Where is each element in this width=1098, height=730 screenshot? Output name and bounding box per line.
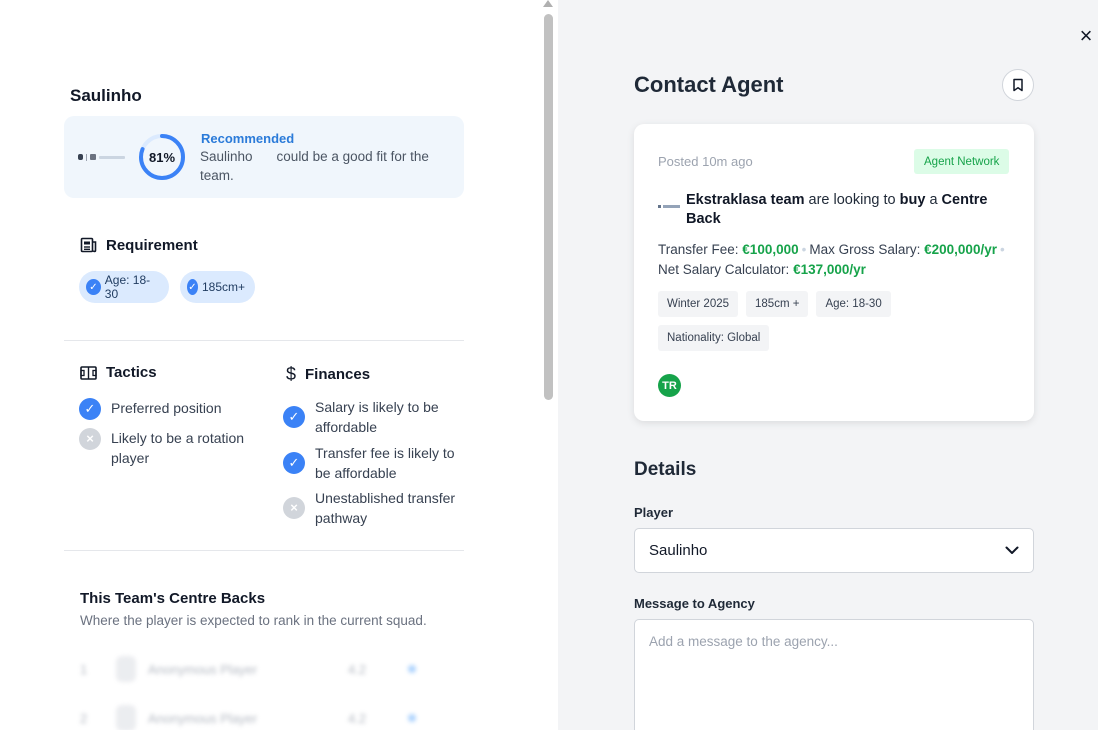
chip-label: Age: 18-30 bbox=[104, 273, 151, 301]
requirement-chip-age: ✓ Age: 18-30 bbox=[79, 271, 169, 303]
max-salary-label: Max Gross Salary: bbox=[809, 242, 921, 257]
tactics-item-label: Preferred position bbox=[111, 400, 222, 416]
newspaper-icon bbox=[80, 237, 97, 253]
player-name: Saulinho bbox=[70, 86, 142, 105]
tag-height: 185cm + bbox=[746, 291, 809, 317]
scroll-up-arrow-icon[interactable] bbox=[543, 0, 553, 7]
recommendation-panel: Saulinho 81% Recommended Saulinho could b… bbox=[0, 0, 540, 730]
headline-looking: are looking to bbox=[808, 192, 896, 208]
finances-item: ✓ Salary is likely to be affordable bbox=[283, 397, 463, 437]
requirement-chip-height: ✓ 185cm+ bbox=[180, 271, 255, 303]
avatar bbox=[116, 656, 136, 682]
table-row: 1 Anonymous Player 4.2 bbox=[80, 654, 460, 684]
details-heading: Details bbox=[634, 459, 697, 480]
net-salary-value: €137,000/yr bbox=[793, 262, 866, 277]
tag-nationality: Nationality: Global bbox=[658, 325, 770, 351]
fit-score-value: 81% bbox=[148, 149, 176, 165]
avatar bbox=[116, 705, 136, 730]
dollar-icon: $ bbox=[286, 364, 297, 384]
rank: 2 bbox=[80, 710, 88, 726]
request-tags: Winter 2025 185cm + Age: 18-30 Nationali… bbox=[658, 291, 1008, 351]
centre-backs-subtitle: Where the player is expected to rank in … bbox=[80, 613, 427, 628]
transfer-request-card: Posted 10m ago Agent Network Ekstraklasa… bbox=[634, 124, 1034, 421]
recommended-label: Recommended bbox=[201, 131, 295, 146]
check-icon: ✓ bbox=[86, 279, 101, 295]
chip-label: 185cm+ bbox=[201, 280, 245, 294]
table-row: 2 Anonymous Player 4.2 bbox=[80, 703, 460, 730]
player-select-value: Saulinho bbox=[649, 542, 708, 559]
tactics-heading: Tactics bbox=[80, 364, 157, 381]
player-field-label: Player bbox=[634, 505, 674, 520]
check-icon: ✓ bbox=[283, 406, 305, 428]
message-textarea[interactable] bbox=[634, 619, 1034, 730]
divider bbox=[64, 340, 464, 341]
check-icon: ✓ bbox=[79, 398, 101, 420]
check-icon: ✓ bbox=[283, 452, 305, 474]
divider bbox=[64, 550, 464, 551]
tactics-board-icon bbox=[80, 365, 97, 380]
chevron-down-icon bbox=[1005, 546, 1019, 554]
team-logo bbox=[658, 204, 680, 210]
close-icon[interactable]: × bbox=[1076, 25, 1096, 47]
rating: 4.2 bbox=[348, 710, 367, 726]
dot-separator: • bbox=[999, 242, 1005, 257]
fee-summary: Transfer Fee: €100,000 • Max Gross Salary:… bbox=[658, 240, 1018, 280]
finances-item: × Unestablished transfer pathway bbox=[283, 488, 463, 528]
recommendation-text: Saulinho could be a good fit for the team… bbox=[200, 147, 440, 185]
tag-age: Age: 18-30 bbox=[816, 291, 891, 317]
finances-item-label: Transfer fee is likely to be affordable bbox=[315, 445, 455, 481]
max-salary-value: €200,000/yr bbox=[924, 242, 997, 257]
finances-item: ✓ Transfer fee is likely to be affordabl… bbox=[283, 443, 463, 483]
avatar[interactable]: TR bbox=[658, 374, 681, 397]
tag-window: Winter 2025 bbox=[658, 291, 739, 317]
player-name-blurred: Anonymous Player bbox=[148, 661, 258, 677]
finances-item-label: Unestablished transfer pathway bbox=[315, 490, 456, 526]
transfer-fee-value: €100,000 bbox=[742, 242, 799, 257]
request-headline: Ekstraklasa team are looking to buy a Ce… bbox=[658, 191, 1018, 229]
transfer-fee-label: Transfer Fee: bbox=[658, 242, 739, 257]
page-title: Contact Agent bbox=[634, 72, 784, 97]
tactics-title: Tactics bbox=[106, 364, 157, 381]
player-name-blurred: Anonymous Player bbox=[148, 710, 258, 726]
player-select[interactable]: Saulinho bbox=[634, 528, 1034, 573]
league-logo bbox=[78, 153, 128, 161]
requirement-title: Requirement bbox=[106, 237, 198, 254]
rating: 4.2 bbox=[348, 661, 367, 677]
agent-network-badge: Agent Network bbox=[914, 149, 1010, 174]
recommendation-player: Saulinho bbox=[200, 149, 253, 164]
bookmark-button[interactable] bbox=[1002, 69, 1034, 101]
dot-separator: • bbox=[801, 242, 807, 257]
posted-time: Posted 10m ago bbox=[658, 154, 753, 169]
headline-text: Ekstraklasa team are looking to buy a Ce… bbox=[686, 191, 1018, 229]
requirement-heading: Requirement bbox=[80, 237, 198, 254]
centre-backs-title: This Team's Centre Backs bbox=[80, 590, 266, 607]
finances-item-label: Salary is likely to be affordable bbox=[315, 399, 439, 435]
message-field-label: Message to Agency bbox=[634, 596, 755, 611]
check-icon: ✓ bbox=[187, 279, 198, 295]
cross-icon: × bbox=[79, 428, 101, 450]
bookmark-icon bbox=[1013, 78, 1023, 92]
finances-title: Finances bbox=[305, 366, 371, 383]
finances-heading: $ Finances bbox=[286, 364, 370, 385]
rank: 1 bbox=[80, 661, 88, 677]
cross-icon: × bbox=[283, 497, 305, 519]
status-dot-icon bbox=[408, 714, 416, 722]
tactics-item: ✓ Preferred position bbox=[79, 398, 259, 420]
tactics-item-label: Likely to be a rotation player bbox=[111, 430, 245, 466]
headline-action: buy bbox=[899, 192, 926, 208]
headline-team: Ekstraklasa team bbox=[686, 192, 805, 208]
tactics-item: × Likely to be a rotation player bbox=[79, 428, 259, 468]
status-dot-icon bbox=[408, 665, 416, 673]
net-salary-label: Net Salary Calculator: bbox=[658, 262, 790, 277]
recommendation-card: 81% Recommended Saulinho could be a good … bbox=[64, 116, 464, 198]
headline-article: a bbox=[929, 192, 938, 208]
scrollbar-thumb[interactable] bbox=[544, 14, 553, 400]
